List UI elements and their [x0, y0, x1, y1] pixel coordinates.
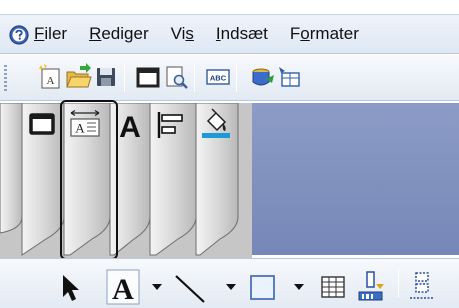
text-tool-icon[interactable]: A: [106, 269, 140, 305]
dropdown-arrow-icon[interactable]: [292, 281, 306, 293]
screen-icon[interactable]: [27, 110, 57, 138]
svg-text:A: A: [47, 75, 55, 87]
menu-item-filer[interactable]: Filer: [34, 24, 67, 44]
app-help-icon[interactable]: [8, 24, 30, 46]
svg-text:A: A: [119, 111, 141, 140]
rectangle-tool-icon[interactable]: [248, 272, 278, 302]
line-tool-icon[interactable]: [174, 273, 208, 305]
menu-item-formater[interactable]: Formater: [290, 24, 359, 44]
window-top-edge: [0, 0, 459, 14]
toolbar-separator: [194, 64, 195, 92]
menu-bar: Filer Rediger Vis Indsæt Formater: [0, 14, 459, 54]
save-icon[interactable]: [92, 63, 120, 91]
menu-item-rediger[interactable]: Rediger: [89, 24, 149, 44]
new-document-icon[interactable]: A: [36, 63, 64, 91]
toolbar-separator: [398, 269, 399, 297]
fill-color-icon[interactable]: [199, 108, 233, 140]
toolbar-separator: [124, 64, 125, 92]
side-tab-panel: A A: [0, 103, 252, 258]
font-a-icon[interactable]: A: [114, 110, 146, 140]
align-left-icon[interactable]: [155, 110, 189, 140]
print-preview-icon[interactable]: [162, 63, 190, 91]
dropdown-arrow-icon[interactable]: [150, 281, 164, 293]
menu-item-indsaet[interactable]: Indsæt: [216, 24, 268, 44]
toolbar-grip[interactable]: [4, 65, 7, 91]
insert-table-icon[interactable]: [276, 63, 304, 91]
pointer-arrow-icon[interactable]: [58, 273, 88, 303]
svg-text:A: A: [112, 273, 134, 305]
standard-toolbar: A ABC: [0, 55, 459, 101]
menu-item-vis[interactable]: Vis: [171, 24, 194, 44]
spell-check-abc-icon[interactable]: ABC: [204, 63, 232, 91]
toolbar-separator: [236, 64, 237, 92]
design-canvas[interactable]: [252, 103, 459, 255]
svg-text:ABC: ABC: [210, 74, 227, 83]
highlight-frame: [60, 100, 118, 260]
drawing-toolbar: A: [0, 258, 459, 308]
dropdown-arrow-icon[interactable]: [224, 281, 238, 293]
database-icon[interactable]: [248, 63, 276, 91]
database-field-icon[interactable]: [406, 270, 440, 304]
barcode-person-icon[interactable]: [356, 270, 388, 304]
window-icon[interactable]: [134, 63, 162, 91]
table-tool-icon[interactable]: [318, 272, 348, 302]
open-folder-icon[interactable]: [64, 63, 92, 91]
